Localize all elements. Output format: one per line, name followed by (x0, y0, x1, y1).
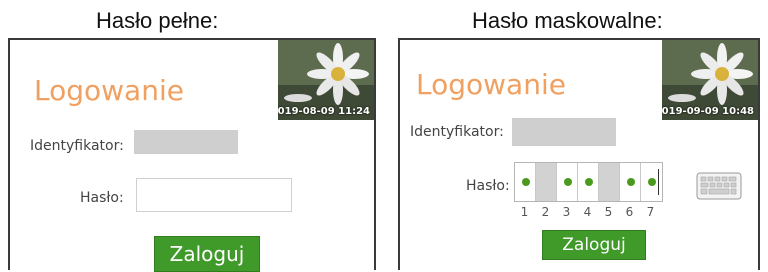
mask-cell-7[interactable] (641, 163, 662, 201)
password-label: Hasło: (466, 178, 510, 194)
mask-position-number: 5 (604, 205, 613, 219)
identifier-value-masked (134, 130, 238, 154)
mask-cell-6[interactable] (620, 163, 641, 201)
filled-dot (585, 178, 593, 186)
filled-dot (648, 178, 656, 186)
filled-dot (564, 178, 572, 186)
filled-dot (627, 178, 635, 186)
mask-cell-4[interactable] (578, 163, 599, 201)
mask-position-number: 6 (625, 205, 634, 219)
login-button[interactable]: Zaloguj (154, 236, 260, 272)
flower-photo: 2019-09-09 10:48 (662, 40, 758, 120)
mask-position-numbers: 1234567 (514, 205, 661, 219)
login-panel-full: Logowanie 2019-08-09 11:24 Identyfikator… (8, 38, 376, 272)
password-input[interactable] (136, 178, 292, 212)
identifier-label: Identyfikator: (30, 138, 124, 154)
text-cursor (658, 169, 659, 195)
caption-full-password: Hasło pełne: (96, 8, 219, 33)
mask-cell-5 (599, 163, 620, 201)
page-title: Logowanie (34, 74, 184, 107)
password-label: Hasło: (80, 190, 124, 206)
mask-position-number: 1 (520, 205, 529, 219)
mask-cell-1[interactable] (515, 163, 536, 201)
mask-position-number: 4 (583, 205, 592, 219)
mask-cell-3[interactable] (557, 163, 578, 201)
masked-password-input[interactable] (514, 162, 663, 202)
caption-masked-password: Hasło maskowalne: (472, 8, 663, 33)
mask-cell-2 (536, 163, 557, 201)
mask-position-number: 2 (541, 205, 550, 219)
login-panel-masked: Logowanie 2019-09-09 10:48 Identyfikator… (398, 38, 760, 270)
photo-timestamp: 2019-09-09 10:48 (662, 106, 754, 117)
identifier-value-masked (512, 118, 616, 146)
keyboard-icon[interactable] (696, 172, 742, 200)
login-button[interactable]: Zaloguj (542, 230, 646, 260)
identifier-label: Identyfikator: (410, 124, 504, 140)
flower-photo: 2019-08-09 11:24 (278, 40, 374, 120)
filled-dot (522, 178, 530, 186)
photo-timestamp: 2019-08-09 11:24 (278, 106, 370, 117)
mask-position-number: 3 (562, 205, 571, 219)
mask-position-number: 7 (646, 205, 655, 219)
page-title: Logowanie (416, 68, 566, 101)
